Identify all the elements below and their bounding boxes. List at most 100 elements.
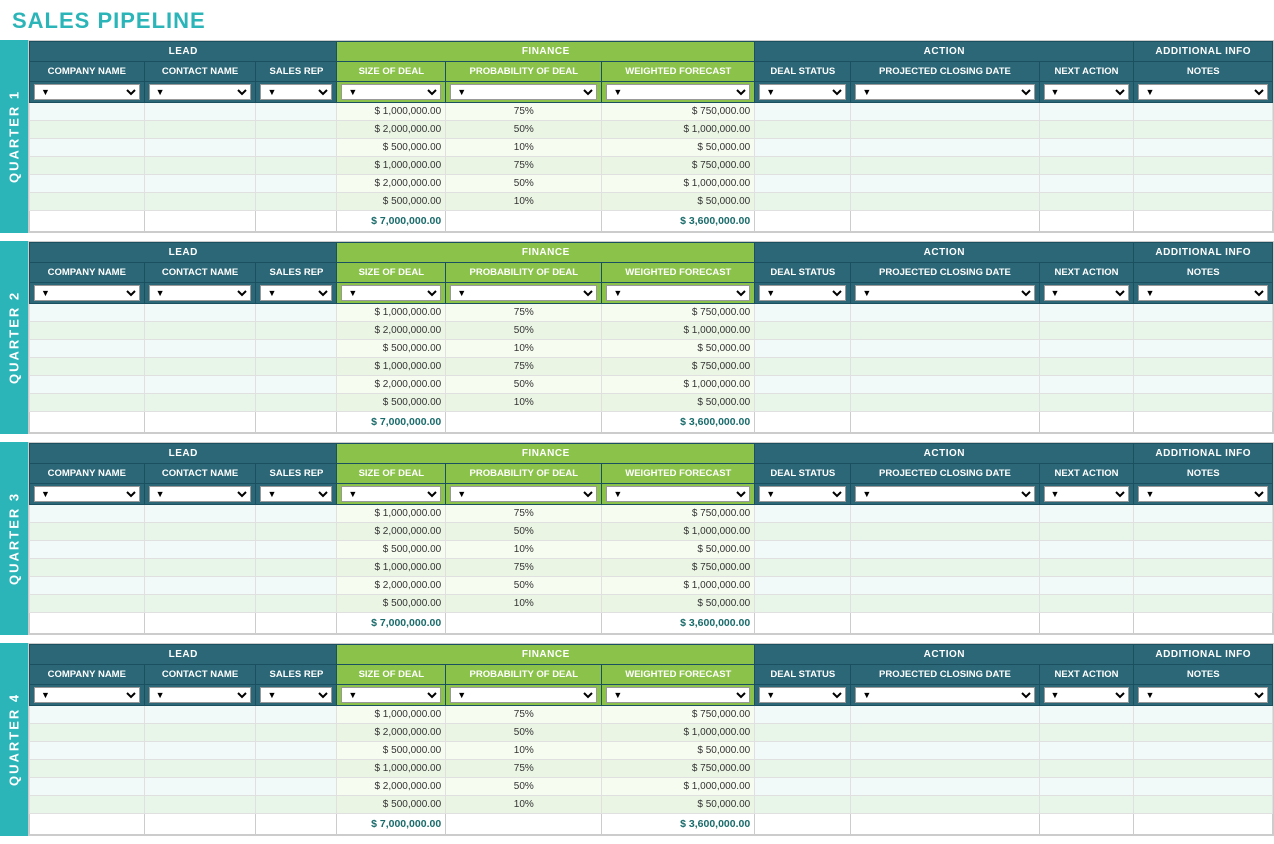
filter-dropdown-col-3[interactable]: ▼ [341, 84, 441, 100]
data-cell-col-8 [1039, 322, 1134, 340]
data-cell-col-1 [144, 322, 256, 340]
data-cell-col-6 [755, 742, 851, 760]
filter-dropdown-col-8[interactable]: ▼ [1044, 687, 1130, 703]
size-of-deal-cell: $ 1,000,000.00 [337, 304, 446, 322]
probability-cell: 10% [446, 193, 602, 211]
filter-dropdown-col-2[interactable]: ▼ [260, 687, 332, 703]
data-cell-col-2 [256, 139, 337, 157]
filter-dropdown-col-4[interactable]: ▼ [450, 285, 597, 301]
data-cell-col-8 [1039, 796, 1134, 814]
totals-weighted-cell: $ 3,600,000.00 [602, 814, 755, 835]
filter-dropdown-col-8[interactable]: ▼ [1044, 285, 1130, 301]
filter-dropdown-col-5[interactable]: ▼ [606, 687, 750, 703]
filter-dropdown-col-2[interactable]: ▼ [260, 285, 332, 301]
filter-dropdown-col-2[interactable]: ▼ [260, 84, 332, 100]
data-cell-col-1 [144, 778, 256, 796]
notes-header: NOTES [1134, 62, 1273, 82]
filter-dropdown-col-3[interactable]: ▼ [341, 687, 441, 703]
filter-dropdown-col-5[interactable]: ▼ [606, 285, 750, 301]
filter-dropdown-col-2[interactable]: ▼ [260, 486, 332, 502]
data-cell-col-2 [256, 322, 337, 340]
projected-closing-date-header: PROJECTED CLOSING DATE [851, 263, 1039, 283]
company-name-header: COMPANY NAME [30, 62, 145, 82]
filter-dropdown-col-6[interactable]: ▼ [759, 84, 846, 100]
filter-dropdown-col-6[interactable]: ▼ [759, 486, 846, 502]
filter-dropdown-col-1[interactable]: ▼ [149, 486, 252, 502]
filter-dropdown-col-9[interactable]: ▼ [1138, 285, 1268, 301]
data-cell-col-8 [1039, 523, 1134, 541]
data-cell-col-1 [144, 121, 256, 139]
section-header-finance: FINANCE [337, 42, 755, 62]
filter-dropdown-col-1[interactable]: ▼ [149, 285, 252, 301]
filter-dropdown-col-8[interactable]: ▼ [1044, 84, 1130, 100]
filter-dropdown-col-5[interactable]: ▼ [606, 486, 750, 502]
table-row: $ 1,000,000.0075%$ 750,000.00 [30, 103, 1273, 121]
filter-dropdown-col-6[interactable]: ▼ [759, 285, 846, 301]
filter-dropdown-col-7[interactable]: ▼ [855, 84, 1034, 100]
probability-cell: 50% [446, 121, 602, 139]
filter-dropdown-col-6[interactable]: ▼ [759, 687, 846, 703]
weighted-forecast-cell: $ 750,000.00 [602, 505, 755, 523]
data-cell-col-7 [851, 760, 1039, 778]
data-cell-col-6 [755, 595, 851, 613]
data-cell-col-9 [1134, 577, 1273, 595]
weighted-forecast-cell: $ 750,000.00 [602, 559, 755, 577]
filter-dropdown-col-7[interactable]: ▼ [855, 486, 1034, 502]
filter-dropdown-col-5[interactable]: ▼ [606, 84, 750, 100]
filter-dropdown-col-1[interactable]: ▼ [149, 687, 252, 703]
data-cell-col-9 [1134, 559, 1273, 577]
totals-weighted-cell: $ 3,600,000.00 [602, 412, 755, 433]
data-cell-col-8 [1039, 193, 1134, 211]
filter-dropdown-col-0[interactable]: ▼ [34, 687, 140, 703]
size-of-deal-cell: $ 1,000,000.00 [337, 103, 446, 121]
filter-dropdown-col-9[interactable]: ▼ [1138, 486, 1268, 502]
data-cell-col-0 [30, 358, 145, 376]
filter-dropdown-col-3[interactable]: ▼ [341, 285, 441, 301]
size-of-deal-cell: $ 500,000.00 [337, 139, 446, 157]
size-of-deal-cell: $ 1,000,000.00 [337, 358, 446, 376]
totals-empty-cell-2 [256, 814, 337, 835]
data-cell-col-0 [30, 175, 145, 193]
data-cell-col-1 [144, 706, 256, 724]
probability-cell: 10% [446, 139, 602, 157]
totals-empty-cell-4 [446, 211, 602, 232]
probability-cell: 50% [446, 778, 602, 796]
company-name-header: COMPANY NAME [30, 464, 145, 484]
filter-dropdown-col-4[interactable]: ▼ [450, 486, 597, 502]
totals-row: $ 7,000,000.00$ 3,600,000.00 [30, 814, 1273, 835]
totals-empty-cell-9 [1134, 613, 1273, 634]
data-cell-col-0 [30, 541, 145, 559]
filter-dropdown-col-8[interactable]: ▼ [1044, 486, 1130, 502]
table-row: $ 1,000,000.0075%$ 750,000.00 [30, 505, 1273, 523]
data-cell-col-2 [256, 742, 337, 760]
section-header-additional-info: ADDITIONAL INFO [1134, 243, 1273, 263]
quarter-block-4: QUARTER 4LEADFINANCEACTIONADDITIONAL INF… [0, 643, 1274, 836]
filter-dropdown-col-0[interactable]: ▼ [34, 285, 140, 301]
filter-dropdown-col-9[interactable]: ▼ [1138, 84, 1268, 100]
filter-dropdown-col-4[interactable]: ▼ [450, 84, 597, 100]
size-of-deal-cell: $ 500,000.00 [337, 193, 446, 211]
filter-dropdown-col-1[interactable]: ▼ [149, 84, 252, 100]
filter-dropdown-col-7[interactable]: ▼ [855, 687, 1034, 703]
projected-closing-date-header: PROJECTED CLOSING DATE [851, 665, 1039, 685]
probability-cell: 75% [446, 505, 602, 523]
data-cell-col-7 [851, 523, 1039, 541]
filter-dropdown-col-0[interactable]: ▼ [34, 486, 140, 502]
size-of-deal-cell: $ 500,000.00 [337, 742, 446, 760]
data-cell-col-7 [851, 541, 1039, 559]
filter-dropdown-col-0[interactable]: ▼ [34, 84, 140, 100]
probability-header: PROBABILITY OF DEAL [446, 665, 602, 685]
totals-empty-cell-0 [30, 412, 145, 433]
probability-cell: 50% [446, 523, 602, 541]
data-cell-col-8 [1039, 175, 1134, 193]
weighted-forecast-cell: $ 50,000.00 [602, 541, 755, 559]
section-header-finance: FINANCE [337, 645, 755, 665]
filter-dropdown-col-7[interactable]: ▼ [855, 285, 1034, 301]
filter-dropdown-col-4[interactable]: ▼ [450, 687, 597, 703]
filter-dropdown-col-9[interactable]: ▼ [1138, 687, 1268, 703]
totals-empty-cell-8 [1039, 613, 1134, 634]
data-cell-col-1 [144, 796, 256, 814]
filter-dropdown-col-3[interactable]: ▼ [341, 486, 441, 502]
weighted-forecast-cell: $ 1,000,000.00 [602, 577, 755, 595]
data-cell-col-9 [1134, 157, 1273, 175]
